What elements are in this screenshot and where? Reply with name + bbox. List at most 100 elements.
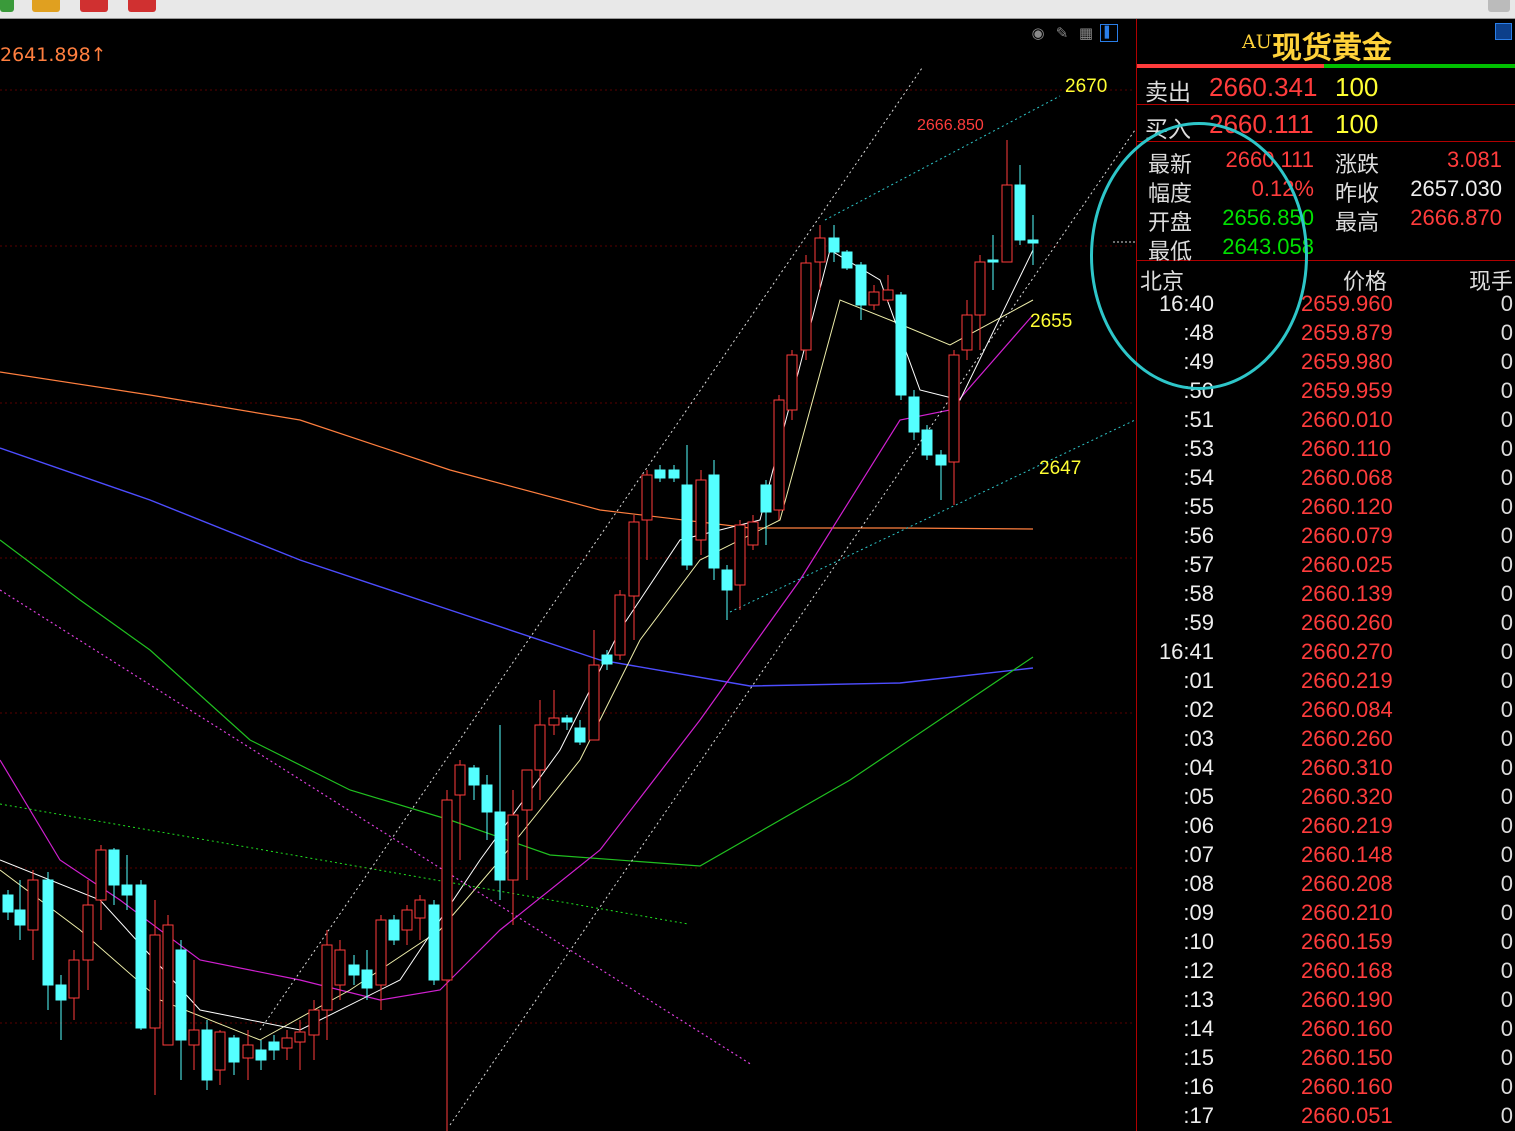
candle-body [281, 1037, 293, 1049]
tick-row[interactable]: :17 2660.051 0 [1137, 1103, 1515, 1131]
candle-body [121, 884, 133, 896]
tick-row[interactable]: :10 2660.159 0 [1137, 929, 1515, 958]
candle-body [521, 769, 533, 811]
candle-body [814, 237, 826, 263]
tick-row[interactable]: :14 2660.160 0 [1137, 1016, 1515, 1045]
candle-body [228, 1037, 240, 1063]
tick-price: 2660.190 [1301, 987, 1393, 1012]
candle-body [321, 944, 333, 1011]
candle-body [149, 934, 161, 1029]
tick-price: 2660.260 [1301, 610, 1393, 635]
level-2670: 2670 [1065, 76, 1108, 97]
tick-time: :14 [1183, 1016, 1214, 1041]
tick-volume: 0 [1500, 436, 1513, 461]
tick-price: 2659.960 [1301, 291, 1393, 316]
tick-row[interactable]: :03 2660.260 0 [1137, 726, 1515, 755]
tick-row[interactable]: :51 2660.010 0 [1137, 407, 1515, 436]
candle-body [695, 479, 707, 541]
tick-volume: 0 [1500, 929, 1513, 954]
tick-row[interactable]: :09 2660.210 0 [1137, 900, 1515, 929]
toolbar-button-1[interactable] [0, 0, 14, 12]
tick-row[interactable]: :04 2660.310 0 [1137, 755, 1515, 784]
tick-row[interactable]: 16:41 2660.270 0 [1137, 639, 1515, 668]
sell-volume: 100 [1335, 72, 1379, 102]
prev-close-value: 2657.030 [1410, 176, 1502, 201]
toolbar-button-5[interactable] [1488, 0, 1510, 12]
tick-row[interactable]: :54 2660.068 0 [1137, 465, 1515, 494]
tick-list[interactable]: 16:40 2659.960 0:48 2659.879 0:49 2659.980 0:5… [1137, 291, 1515, 1131]
toolbar-button-4[interactable] [128, 0, 156, 12]
tick-row[interactable]: :12 2660.168 0 [1137, 958, 1515, 987]
tick-time: :53 [1183, 436, 1214, 461]
high-value: 2666.870 [1410, 205, 1502, 230]
tick-time: :01 [1183, 668, 1214, 693]
ma-magenta-line [0, 314, 1034, 1001]
candle-body [1014, 184, 1026, 241]
panel-toggle-icon[interactable]: ▌ [1100, 24, 1118, 42]
toolbar-button-3[interactable] [80, 0, 108, 12]
tick-volume: 0 [1500, 494, 1513, 519]
tick-time: :08 [1183, 871, 1214, 896]
tick-time: :59 [1183, 610, 1214, 635]
tick-volume: 0 [1500, 320, 1513, 345]
tick-price: 2660.310 [1301, 755, 1393, 780]
tick-row[interactable]: :06 2660.219 0 [1137, 813, 1515, 842]
candle-body [961, 314, 973, 351]
tick-price: 2660.139 [1301, 581, 1393, 606]
candlestick-chart[interactable] [0, 19, 1135, 1131]
tick-row[interactable]: :13 2660.190 0 [1137, 987, 1515, 1016]
prev-close-label: 昨收 [1335, 182, 1380, 207]
tick-time: :10 [1183, 929, 1214, 954]
tick-price: 2660.219 [1301, 813, 1393, 838]
tick-volume: 0 [1500, 523, 1513, 548]
tick-row[interactable]: :57 2660.025 0 [1137, 552, 1515, 581]
tick-row[interactable]: :59 2660.260 0 [1137, 610, 1515, 639]
tick-volume: 0 [1500, 813, 1513, 838]
tick-price: 2660.160 [1301, 1074, 1393, 1099]
candle-body [747, 521, 759, 546]
candle-body [800, 262, 812, 351]
tick-price: 2660.168 [1301, 958, 1393, 983]
tick-time: :12 [1183, 958, 1214, 983]
candle-body [668, 469, 680, 479]
candle-body [135, 884, 147, 1029]
candle-body [574, 727, 586, 743]
tick-price: 2659.980 [1301, 349, 1393, 374]
candle-body [55, 984, 67, 1001]
tick-row[interactable]: :15 2660.150 0 [1137, 1045, 1515, 1074]
tick-row[interactable]: :55 2660.120 0 [1137, 494, 1515, 523]
tick-time: :02 [1183, 697, 1214, 722]
high-label: 最高 [1335, 211, 1380, 236]
tick-volume: 0 [1500, 610, 1513, 635]
panel-menu-icon[interactable] [1495, 23, 1512, 40]
tick-row[interactable]: :05 2660.320 0 [1137, 784, 1515, 813]
candle-body [401, 909, 413, 931]
sell-row[interactable]: 卖出 2660.341 100 [1137, 68, 1515, 106]
tick-time: :06 [1183, 813, 1214, 838]
tick-row[interactable]: :56 2660.079 0 [1137, 523, 1515, 552]
candle-body [214, 1031, 226, 1071]
eye-icon[interactable]: ◉ [1028, 24, 1048, 42]
tick-time: :03 [1183, 726, 1214, 751]
tick-volume: 0 [1500, 1074, 1513, 1099]
tick-row[interactable]: :53 2660.110 0 [1137, 436, 1515, 465]
tick-price: 2660.260 [1301, 726, 1393, 751]
tick-row[interactable]: :02 2660.084 0 [1137, 697, 1515, 726]
annotation-circle [1090, 122, 1308, 390]
tick-time: :13 [1183, 987, 1214, 1012]
tick-volume: 0 [1500, 958, 1513, 983]
tick-row[interactable]: :16 2660.160 0 [1137, 1074, 1515, 1103]
tick-row[interactable]: :01 2660.219 0 [1137, 668, 1515, 697]
tick-row[interactable]: :58 2660.139 0 [1137, 581, 1515, 610]
ma-blue-line [0, 447, 1034, 687]
top-price-label: 2641.898↑ [0, 44, 107, 66]
grid-icon[interactable]: ▦ [1076, 24, 1096, 42]
tick-row[interactable]: :07 2660.148 0 [1137, 842, 1515, 871]
candle-body [708, 474, 720, 569]
sell-label: 卖出 [1145, 80, 1191, 106]
toolbar-button-2[interactable] [32, 0, 60, 12]
tick-row[interactable]: :08 2660.208 0 [1137, 871, 1515, 900]
candle-body [308, 1009, 320, 1036]
pencil-icon[interactable]: ✎ [1052, 24, 1072, 42]
tick-time: 16:41 [1158, 639, 1214, 664]
